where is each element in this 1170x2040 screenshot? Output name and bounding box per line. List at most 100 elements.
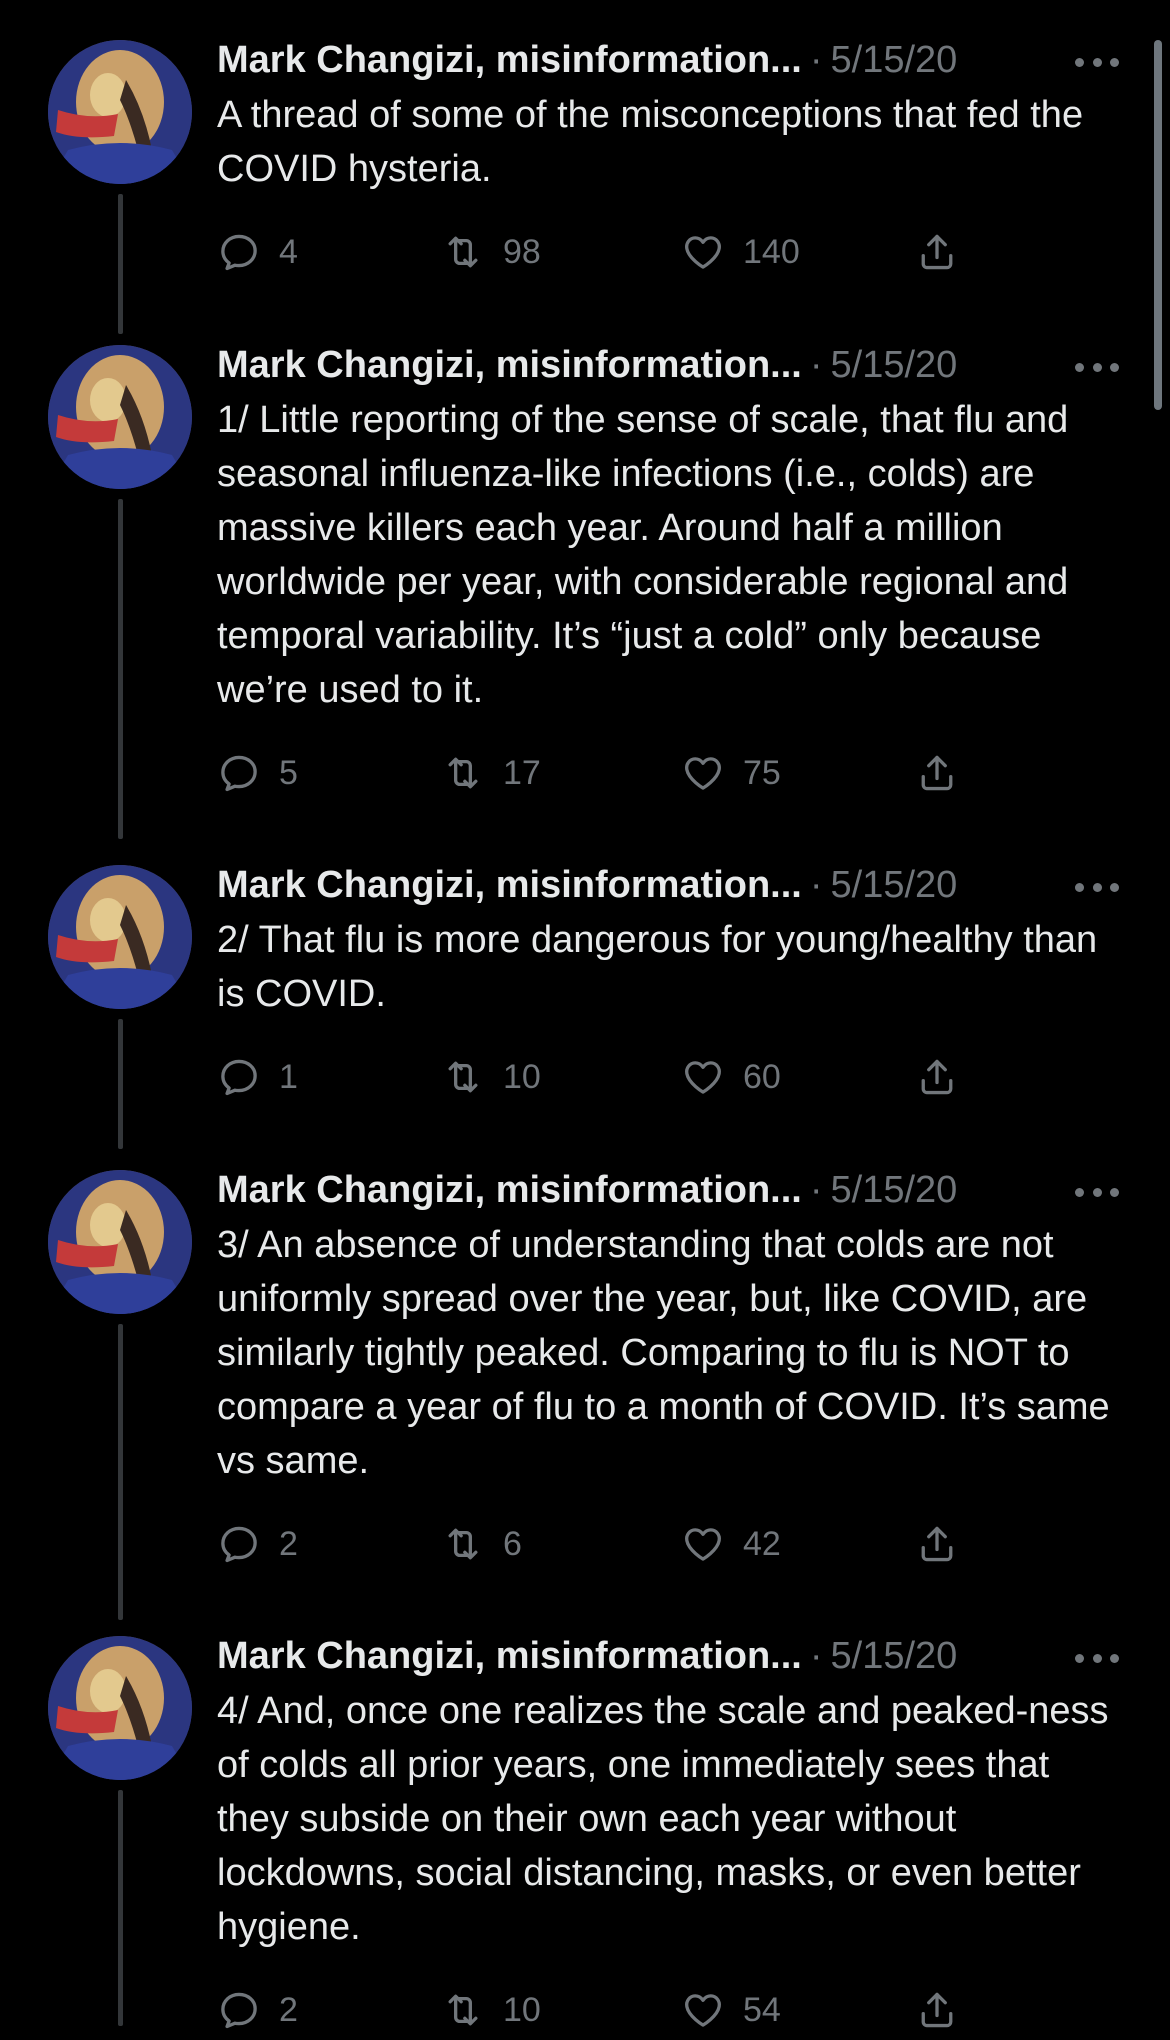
author-name[interactable]: Mark Changizi, misinformation... [217,344,802,387]
reply-button[interactable]: 2 [217,1980,298,2040]
share-icon [921,1526,953,1562]
tweet-header: Mark Changizi, misinformation... · 5/15/… [217,339,1117,391]
tweet-content: Mark Changizi, misinformation... · 5/15/… [217,859,1119,1107]
author-name[interactable]: Mark Changizi, misinformation... [217,39,802,82]
header-separator: · [809,1168,823,1211]
heart-icon [685,1061,721,1094]
tweet-content: Mark Changizi, misinformation... · 5/15/… [217,34,1119,282]
retweet-count: 17 [503,753,541,792]
heart-icon [685,236,721,269]
tweet-text: 4/ And, once one realizes the scale and … [217,1690,1109,1948]
like-count: 75 [743,753,781,792]
more-options-icon[interactable] [1075,867,1119,907]
retweet-count: 10 [503,1990,541,2029]
retweet-icon [448,1994,478,2026]
tweet-date[interactable]: 5/15/20 [831,39,958,82]
tweet-content: Mark Changizi, misinformation... · 5/15/… [217,1164,1119,1574]
heart-icon [685,1994,721,2027]
more-options-icon[interactable] [1075,42,1119,82]
retweet-icon [448,1061,478,1093]
retweet-button[interactable]: 17 [441,743,541,803]
retweet-button[interactable]: 10 [441,1980,541,2040]
like-button[interactable]: 54 [681,1980,781,2040]
thread-connector [118,1790,123,2026]
share-icon [921,234,953,270]
like-button[interactable]: 75 [681,743,781,803]
thread-connector [118,1324,123,1620]
tweet-content: Mark Changizi, misinformation... · 5/15/… [217,339,1119,803]
tweet-actions: 5 17 75 [217,743,1117,803]
reply-button[interactable]: 4 [217,222,298,282]
tweet-header: Mark Changizi, misinformation... · 5/15/… [217,1630,1117,1682]
like-count: 42 [743,1524,781,1563]
retweet-icon [448,1528,478,1560]
tweet-date[interactable]: 5/15/20 [831,1635,958,1678]
retweet-count: 6 [503,1524,522,1563]
reply-icon [221,755,257,792]
like-button[interactable]: 140 [681,222,800,282]
avatar[interactable] [48,865,192,1009]
tweet-header: Mark Changizi, misinformation... · 5/15/… [217,859,1117,911]
tweet[interactable]: Mark Changizi, misinformation... · 5/15/… [0,1596,1170,2029]
author-name[interactable]: Mark Changizi, misinformation... [217,1635,802,1678]
tweet[interactable]: Mark Changizi, misinformation... · 5/15/… [0,305,1170,839]
author-name[interactable]: Mark Changizi, misinformation... [217,1169,802,1212]
reply-icon [221,1059,257,1096]
reply-button[interactable]: 2 [217,1514,298,1574]
reply-count: 5 [279,753,298,792]
like-button[interactable]: 60 [681,1047,781,1107]
reply-count: 1 [279,1057,298,1096]
avatar[interactable] [48,1636,192,1780]
avatar[interactable] [48,345,192,489]
tweet-text: 2/ That flu is more dangerous for young/… [217,919,1098,1015]
share-button[interactable] [915,743,959,803]
retweet-button[interactable]: 98 [441,222,541,282]
avatar[interactable] [48,40,192,184]
more-options-icon[interactable] [1075,347,1119,387]
like-count: 60 [743,1057,781,1096]
reply-icon [221,1992,257,2029]
header-separator: · [809,1634,823,1677]
reply-count: 2 [279,1990,298,2029]
reply-count: 4 [279,232,298,271]
tweet-thread: Mark Changizi, misinformation... · 5/15/… [0,0,1170,2029]
like-button[interactable]: 42 [681,1514,781,1574]
tweet[interactable]: Mark Changizi, misinformation... · 5/15/… [0,825,1170,1149]
tweet-actions: 2 10 54 [217,1980,1117,2040]
tweet-date[interactable]: 5/15/20 [831,864,958,907]
heart-icon [685,1528,721,1561]
tweet-date[interactable]: 5/15/20 [831,1169,958,1212]
share-icon [921,1059,953,1095]
tweet-actions: 2 6 42 [217,1514,1117,1574]
header-separator: · [809,863,823,906]
more-options-icon[interactable] [1075,1172,1119,1212]
reply-button[interactable]: 1 [217,1047,298,1107]
more-options-icon[interactable] [1075,1638,1119,1678]
reply-button[interactable]: 5 [217,743,298,803]
scrollbar[interactable] [1154,40,1162,410]
tweet-date[interactable]: 5/15/20 [831,344,958,387]
reply-count: 2 [279,1524,298,1563]
tweet-header: Mark Changizi, misinformation... · 5/15/… [217,34,1117,86]
like-count: 140 [743,232,800,271]
thread-connector [118,499,123,839]
tweet-header: Mark Changizi, misinformation... · 5/15/… [217,1164,1117,1216]
author-name[interactable]: Mark Changizi, misinformation... [217,864,802,907]
share-icon [921,755,953,791]
retweet-icon [448,757,478,789]
reply-icon [221,1526,257,1563]
heart-icon [685,757,721,790]
share-button[interactable] [915,1980,959,2040]
share-button[interactable] [915,1047,959,1107]
retweet-icon [448,236,478,268]
tweet[interactable]: Mark Changizi, misinformation... · 5/15/… [0,0,1170,340]
share-button[interactable] [915,1514,959,1574]
retweet-button[interactable]: 10 [441,1047,541,1107]
like-count: 54 [743,1990,781,2029]
share-button[interactable] [915,222,959,282]
tweet-text: 1/ Little reporting of the sense of scal… [217,399,1069,711]
tweet[interactable]: Mark Changizi, misinformation... · 5/15/… [0,1130,1170,1620]
retweet-button[interactable]: 6 [441,1514,522,1574]
avatar[interactable] [48,1170,192,1314]
reply-icon [221,234,257,271]
